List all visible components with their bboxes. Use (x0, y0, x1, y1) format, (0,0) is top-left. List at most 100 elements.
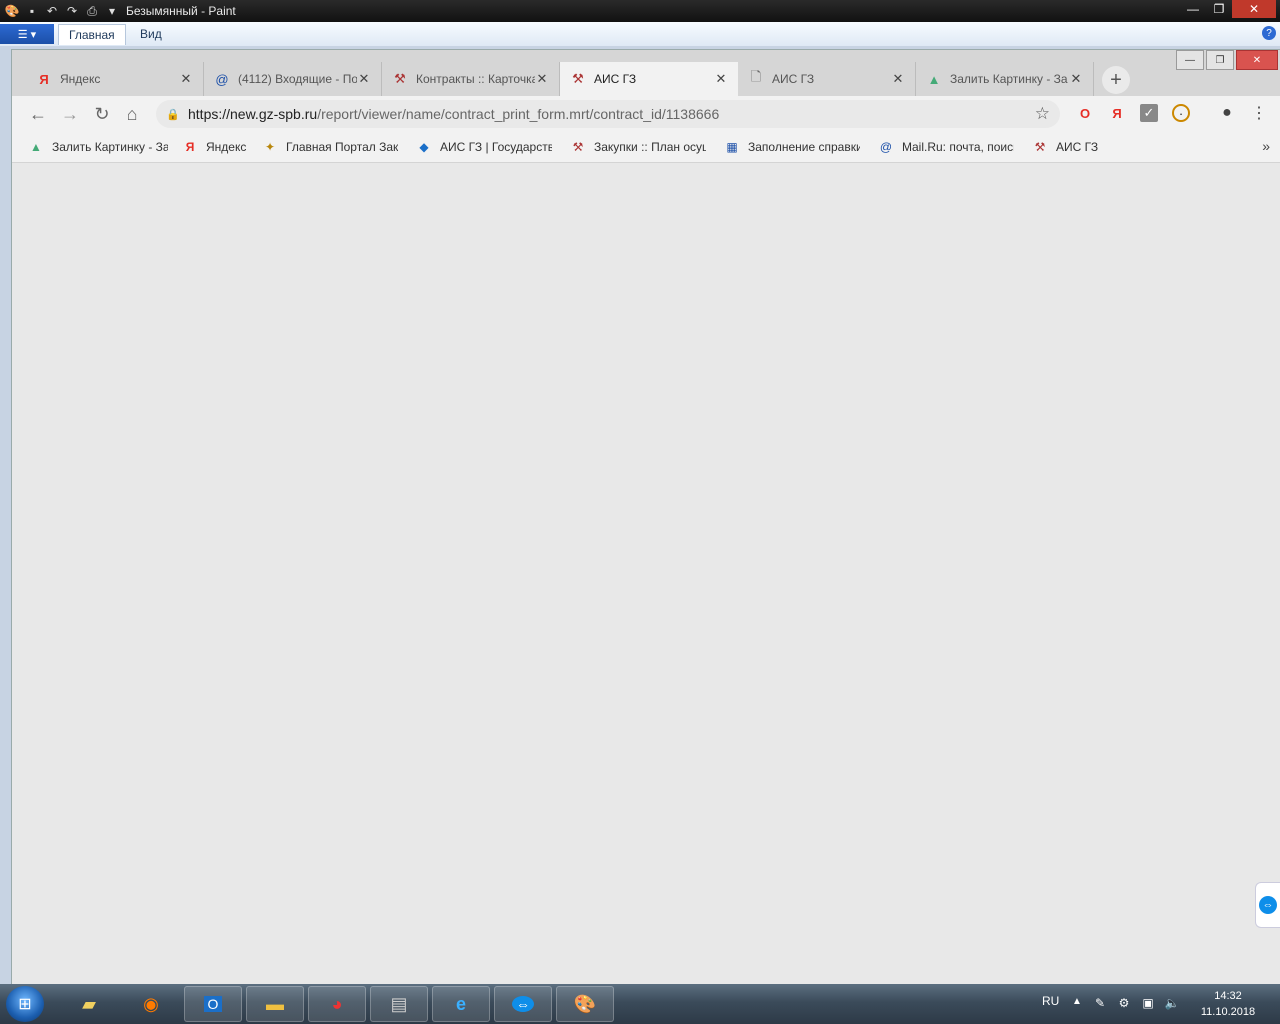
page-viewport[interactable] (12, 163, 1280, 984)
maximize-button[interactable]: ❐ (1206, 0, 1232, 18)
opera-extension-icon[interactable]: O (1076, 104, 1094, 122)
profile-icon[interactable]: ● (1218, 104, 1236, 122)
tray-app-icon[interactable]: ✎ (1092, 995, 1108, 1011)
internet-explorer-icon[interactable]: e (432, 986, 490, 1022)
bookmark-item[interactable]: ◆ АИС ГЗ | Государственный (416, 138, 552, 156)
customize-qat-icon[interactable]: ▾ (104, 3, 120, 19)
volume-icon[interactable]: 🔈 (1164, 995, 1180, 1011)
menu-kebab-icon[interactable]: ⋮ (1250, 104, 1268, 122)
tab-title: АИС ГЗ (594, 72, 637, 86)
mail-icon: @ (215, 71, 229, 87)
bookmarks-bar: ▲ Залить Картинку - За Я Яндекс ✦ Главна… (12, 132, 1280, 163)
close-tab-icon[interactable]: ✕ (1069, 71, 1083, 87)
scanner-icon[interactable]: ▤ (370, 986, 428, 1022)
browser-tab-active[interactable]: ⚒ АИС ГЗ ✕ (560, 62, 738, 96)
outlook-icon[interactable]: O (184, 986, 242, 1022)
bookmark-item[interactable]: Я Яндекс (182, 138, 262, 156)
form-icon: ▦ (726, 140, 738, 154)
back-icon[interactable]: ← (26, 102, 50, 126)
close-tab-icon[interactable]: ✕ (714, 71, 728, 87)
paint-icon[interactable]: 🎨 (556, 986, 614, 1022)
tab-title: (4112) Входящие - Почта (238, 72, 357, 86)
clock-time: 14:32 (1214, 990, 1242, 1002)
close-tab-icon[interactable]: ✕ (357, 71, 371, 87)
clock-date: 11.10.2018 (1200, 1006, 1256, 1018)
save-icon[interactable]: ▪ (24, 3, 40, 19)
close-button[interactable]: ✕ (1232, 0, 1276, 18)
teamviewer-icon: ⇔ (1259, 896, 1277, 914)
bookmark-item[interactable]: ▦ Заполнение справки (724, 138, 860, 156)
url-path: /report/viewer/name/contract_print_form.… (317, 106, 720, 122)
tray-gear-icon[interactable]: ⚙ (1116, 995, 1132, 1011)
tab-title: АИС ГЗ (772, 72, 815, 86)
bookmark-item[interactable]: ⚒ Закупки :: План осуществления (570, 138, 706, 156)
show-hidden-icons-icon[interactable]: ▲ (1072, 996, 1082, 1007)
image-host-icon: ▲ (927, 71, 941, 87)
clock[interactable]: 14:32 11.10.2018 (1196, 988, 1260, 1020)
browser-toolbar: ← → ↻ ⌂ 🔒 https://new.gz-spb.ru/report/v… (12, 96, 1280, 132)
window-title: Безымянный - Paint (126, 4, 236, 18)
paint-titlebar: 🎨 ▪ ↶ ↷ ⎙ ▾ Безымянный - Paint — ❐ ✕ (0, 0, 1280, 22)
gavel-icon: ⚒ (394, 71, 406, 86)
network-icon[interactable]: ▣ (1140, 995, 1156, 1011)
tab-strip: Я Яндекс ✕ @ (4112) Входящие - Почта ✕ ⚒… (12, 50, 1280, 96)
close-tab-icon[interactable]: ✕ (535, 71, 549, 87)
extension-icon[interactable]: ✓ (1140, 104, 1158, 122)
image-host-icon: ▲ (30, 140, 42, 154)
bookmark-item[interactable]: ▲ Залить Картинку - За (28, 138, 168, 156)
bookmark-item[interactable]: ⚒ АИС ГЗ (1032, 138, 1112, 156)
lock-icon[interactable]: 🔒 (166, 108, 180, 121)
yandex-icon: Я (185, 140, 195, 154)
url-host: https://new.gz-spb.ru (188, 106, 318, 122)
bookmarks-overflow-icon[interactable]: » (1262, 138, 1270, 154)
tab-title: Залить Картинку - За (950, 72, 1068, 86)
extension-badge-icon[interactable]: · (1172, 104, 1190, 122)
home-icon[interactable]: ⌂ (120, 102, 144, 126)
mail-icon: @ (879, 140, 893, 154)
paint-menu-button[interactable]: ☰ ▾ (0, 24, 54, 44)
explorer-folders-icon[interactable]: ▰ (60, 986, 118, 1022)
browser-window: Я Яндекс ✕ @ (4112) Входящие - Почта ✕ ⚒… (12, 50, 1280, 984)
taskbar: ⊞ ▰ ◉ O ▬ ◕ ▤ e ⇔ 🎨 RU ▲ ✎ ⚙ ▣ 🔈 14:32 1… (0, 984, 1280, 1024)
start-button[interactable]: ⊞ (6, 986, 44, 1022)
globe-icon: ◆ (419, 140, 429, 154)
file-explorer-icon[interactable]: ▬ (246, 986, 304, 1022)
gavel-icon: ⚒ (572, 71, 584, 86)
tab-title: Яндекс (60, 72, 101, 86)
teamviewer-icon[interactable]: ⇔ (494, 986, 552, 1022)
browser-restore-button[interactable]: ❐ (1206, 50, 1234, 70)
browser-tab[interactable]: ▲ Залить Картинку - За ✕ (916, 62, 1094, 96)
print-icon[interactable]: ⎙ (84, 3, 100, 19)
tab-title: Контракты :: Карточка (416, 72, 535, 86)
gavel-icon: ⚒ (572, 140, 584, 154)
new-tab-button[interactable]: + (1102, 66, 1130, 94)
browser-tab[interactable]: 🗋 АИС ГЗ ✕ (738, 62, 916, 96)
bookmark-item[interactable]: ✦ Главная Портал Закупок (262, 138, 398, 156)
minimize-button[interactable]: — (1180, 0, 1206, 18)
browser-minimize-button[interactable]: — (1176, 50, 1204, 70)
chrome-icon[interactable]: ◕ (308, 986, 366, 1022)
reload-icon[interactable]: ↻ (90, 102, 114, 126)
browser-tab[interactable]: @ (4112) Входящие - Почта ✕ (204, 62, 382, 96)
close-tab-icon[interactable]: ✕ (179, 71, 193, 87)
bookmark-star-icon[interactable]: ☆ (1035, 104, 1050, 124)
address-bar[interactable]: 🔒 https://new.gz-spb.ru/report/viewer/na… (156, 100, 1060, 128)
bookmark-item[interactable]: @ Mail.Ru: почта, поиск (878, 138, 1014, 156)
firefox-icon[interactable]: ◉ (122, 986, 180, 1022)
browser-close-button[interactable]: ✕ (1236, 50, 1278, 70)
undo-icon[interactable]: ↶ (44, 3, 60, 19)
emblem-icon: ✦ (264, 140, 276, 154)
teamviewer-side-panel[interactable]: ⇔ (1255, 882, 1280, 928)
browser-tab[interactable]: Я Яндекс ✕ (26, 62, 204, 96)
redo-icon[interactable]: ↷ (64, 3, 80, 19)
close-tab-icon[interactable]: ✕ (891, 71, 905, 87)
help-icon[interactable]: ? (1262, 26, 1276, 40)
forward-icon[interactable]: → (58, 102, 82, 126)
browser-tab[interactable]: ⚒ Контракты :: Карточка ✕ (382, 62, 560, 96)
tab-view[interactable]: Вид (130, 24, 172, 44)
yandex-icon: Я (39, 71, 49, 87)
tab-home[interactable]: Главная (58, 24, 126, 45)
yandex-extension-icon[interactable]: Я (1108, 104, 1126, 122)
document-icon: 🗋 (750, 69, 762, 84)
language-indicator[interactable]: RU (1042, 994, 1059, 1008)
